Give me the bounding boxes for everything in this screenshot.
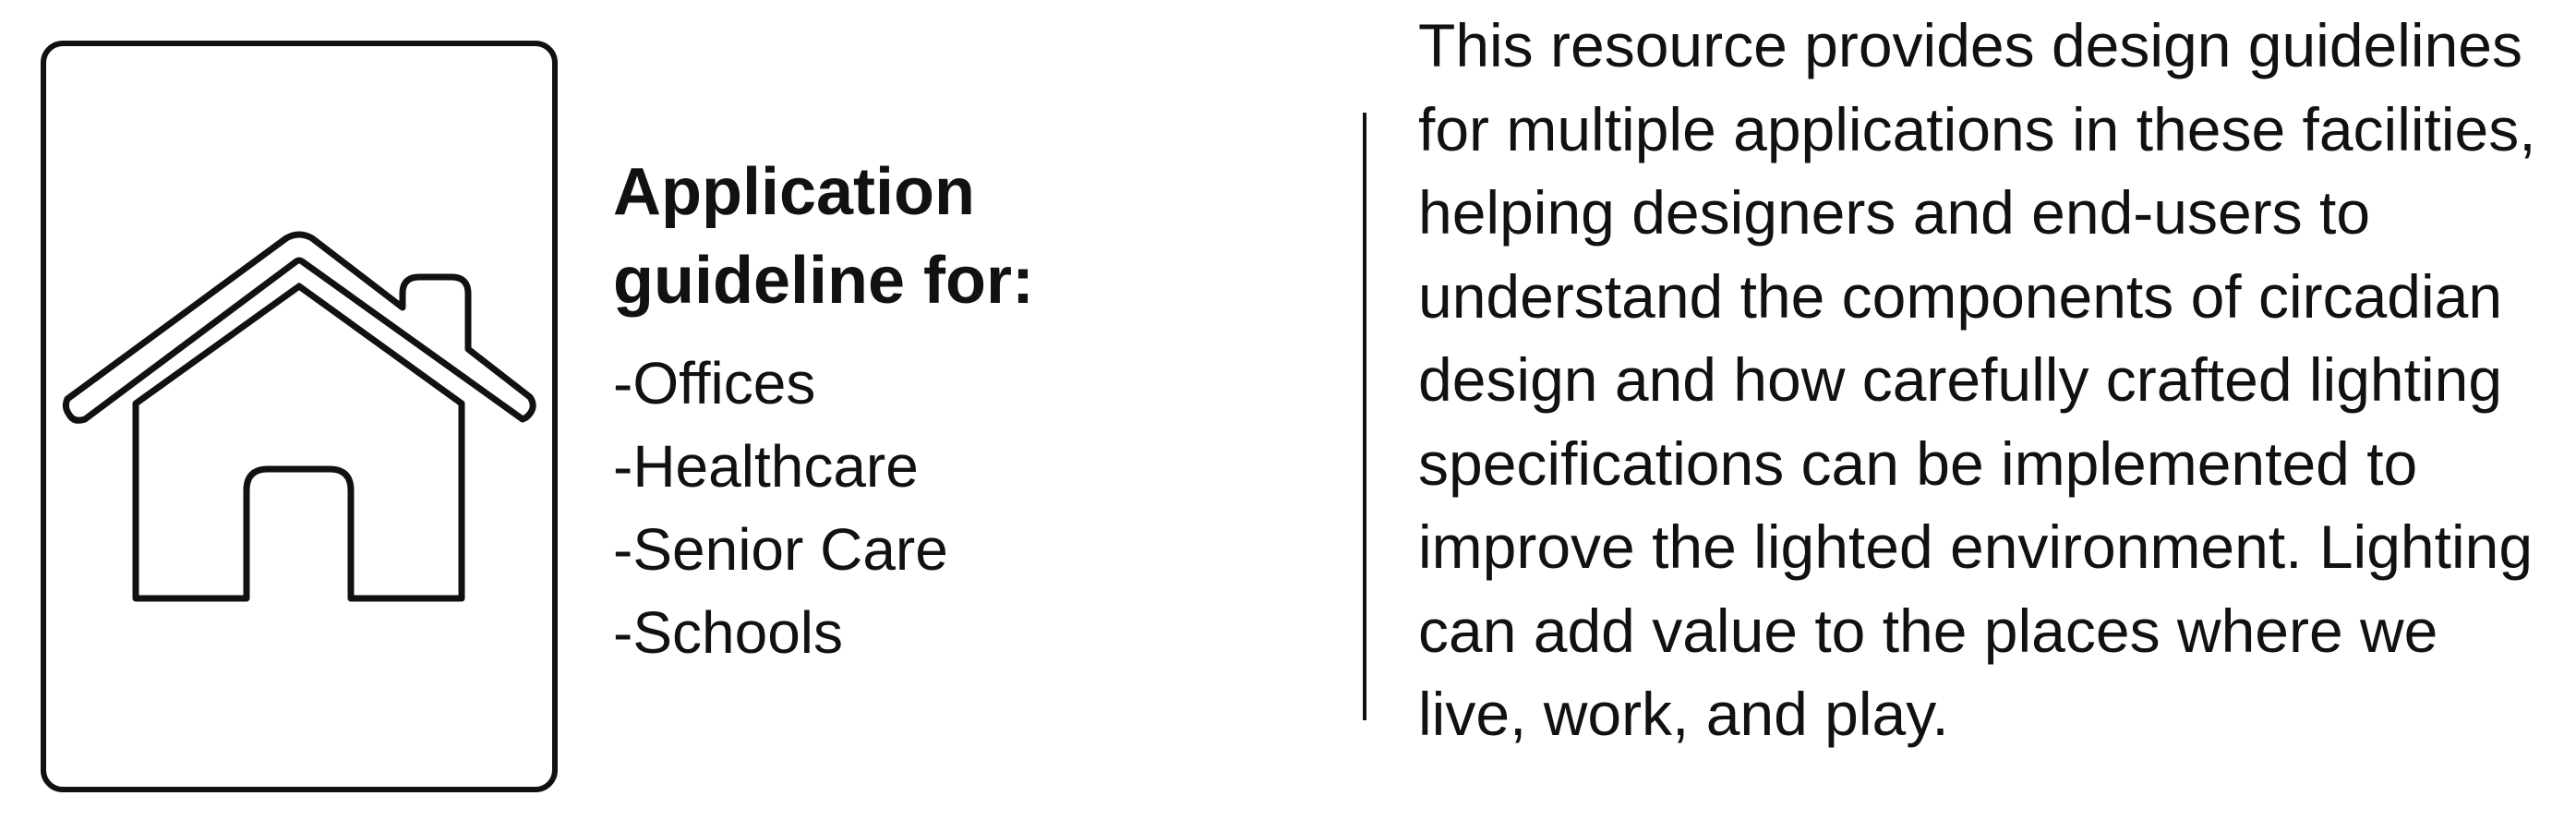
- application-item-senior-care: -Senior Care: [613, 516, 948, 583]
- application-list: -Offices -Healthcare -Senior Care -Schoo…: [613, 342, 1204, 674]
- application-title: Application guideline for:: [613, 155, 1034, 318]
- application-item-schools: -Schools: [613, 599, 843, 666]
- vertical-divider: [1363, 113, 1366, 720]
- application-item-healthcare: -Healthcare: [613, 433, 919, 500]
- application-item-offices: -Offices: [613, 350, 816, 416]
- house-icon: [62, 231, 536, 602]
- description-text: This resource provides design guidelines…: [1418, 11, 2536, 748]
- application-block: Application guideline for: -Offices -Hea…: [613, 148, 1204, 674]
